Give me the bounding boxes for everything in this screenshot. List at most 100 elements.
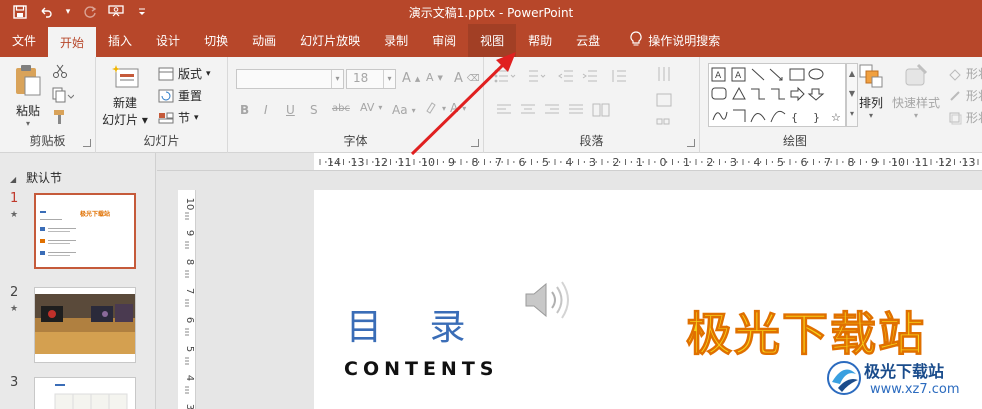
tab-3[interactable]: 设计 [144, 24, 192, 57]
tab-7[interactable]: 录制 [372, 24, 420, 57]
shape-effects-button[interactable]: 形状 [948, 109, 982, 126]
section-button[interactable]: 节 ▾ [158, 109, 199, 126]
tab-11[interactable]: 云盘 [564, 24, 612, 57]
font-color-icon[interactable]: A ▾ [450, 101, 466, 115]
paste-icon [16, 65, 41, 96]
format-painter-icon[interactable] [52, 109, 68, 125]
bold-icon[interactable]: B [240, 103, 249, 117]
grow-font-icon[interactable]: A ▲ [402, 71, 420, 86]
slide-subtitle[interactable]: CONTENTS [344, 358, 498, 380]
clipboard-group-label: 剪贴板 [29, 134, 66, 148]
smartart-icon[interactable] [656, 115, 676, 129]
shape-outline-button[interactable]: 形状 [948, 87, 982, 104]
ruler-h-label: 13 [351, 156, 365, 169]
ruler-h-label: 14 [327, 156, 341, 169]
paste-label: 粘贴 [15, 104, 40, 118]
decrease-indent-icon[interactable] [558, 69, 574, 83]
tab-2[interactable]: 插入 [96, 24, 144, 57]
new-slide-label-1: 新建 [112, 96, 137, 110]
slide-thumbnail-2[interactable] [34, 287, 136, 363]
ribbon-tabs: 文件 开始 插入 设计 切换 动画 幻灯片放映 录制 审阅 视图 帮助 云盘 操作说明搜索 [0, 24, 982, 57]
copy-icon[interactable] [52, 87, 74, 103]
ruler-v-label: 6 [184, 317, 195, 323]
tell-me-search[interactable]: 操作说明搜索 [618, 24, 732, 57]
slide-thumbnail-1[interactable]: 极光下载站 [34, 193, 136, 269]
strikethrough-icon[interactable]: abc [332, 103, 350, 114]
font-launcher[interactable] [471, 139, 479, 147]
ruler-h-label: 11 [398, 156, 412, 169]
numbering-icon[interactable] [524, 69, 546, 83]
font-size-value: 18 [353, 71, 369, 85]
paste-button[interactable]: 粘贴 ▾ [8, 63, 48, 128]
section-header-label: 默认节 [25, 171, 62, 185]
tab-5[interactable]: 动画 [240, 24, 288, 57]
ruler-v-label: 10 [184, 198, 195, 211]
shape-fill-label: 形状 [966, 67, 982, 81]
shape-fill-icon [949, 68, 961, 81]
font-group: ▾ 18 ▾ A ▲ A ▼ A ⌫ B I U S abc AV ▾ Aa ▾ ▾ A ▾ … [228, 57, 484, 153]
line-spacing-icon[interactable] [610, 69, 630, 83]
svg-text:A: A [715, 71, 722, 81]
clipboard-group: 粘贴 ▾ 剪贴板 [0, 57, 96, 153]
quick-styles-button[interactable]: 快速样式 ▾ [890, 63, 942, 120]
ruler-h-label: 11 [915, 156, 929, 169]
ruler-v-label: 4 [184, 375, 195, 381]
section-label: 节 [178, 111, 191, 125]
font-name-combo[interactable]: ▾ [236, 69, 344, 89]
tab-9[interactable]: 视图 [468, 24, 517, 57]
section-header[interactable]: ◢ 默认节 [10, 169, 62, 186]
increase-indent-icon[interactable] [582, 69, 598, 83]
arrange-button[interactable]: 排列 ▾ [856, 63, 886, 120]
shapes-gallery[interactable]: A A { } ☆ [708, 63, 846, 127]
slide-title[interactable]: 目 录 [346, 298, 483, 350]
align-left-icon[interactable] [496, 103, 512, 117]
justify-icon[interactable] [568, 103, 584, 117]
shadow-icon[interactable]: S [310, 103, 318, 117]
paragraph-group-label: 段落 [579, 134, 604, 148]
shape-outline-icon [950, 90, 960, 101]
shape-effects-label: 形状 [966, 111, 982, 125]
audio-speaker-icon[interactable] [522, 278, 572, 325]
text-direction-icon[interactable] [656, 65, 678, 83]
align-text-icon[interactable] [656, 93, 676, 107]
columns-icon[interactable] [592, 103, 612, 117]
new-slide-icon [112, 65, 139, 88]
cut-icon[interactable] [52, 63, 68, 79]
title-bar: ▾ 演示文稿1.pptx - PowerPoint [0, 0, 982, 24]
ribbon: 粘贴 ▾ 剪贴板 新建 幻灯片 ▾ 版式 ▾ 重置 节 ▾ 幻灯片 ▾ 18 ▾… [0, 57, 982, 153]
highlight-icon[interactable]: ▾ [424, 101, 446, 115]
tab-0[interactable]: 文件 [0, 24, 48, 57]
ruler-h-label: 13 [962, 156, 976, 169]
shape-fill-button[interactable]: 形状 [948, 65, 982, 82]
shape-effects-icon [949, 112, 962, 124]
align-right-icon[interactable] [544, 103, 560, 117]
tab-6[interactable]: 幻灯片放映 [288, 24, 372, 57]
clipboard-launcher[interactable] [83, 139, 91, 147]
layout-button[interactable]: 版式 ▾ [158, 65, 211, 82]
bullets-icon[interactable] [494, 69, 516, 83]
tab-8[interactable]: 审阅 [420, 24, 468, 57]
slide-thumbnail-panel: ◢ 默认节 1 ★ 极光下载站 2 ★ 3 [0, 153, 156, 409]
tab-10[interactable]: 帮助 [516, 24, 564, 57]
svg-text:}: } [813, 111, 820, 124]
underline-icon[interactable]: U [286, 103, 295, 117]
thumb1-content [40, 211, 76, 256]
tab-1[interactable]: 开始 [48, 27, 97, 57]
align-center-icon[interactable] [520, 103, 536, 117]
paragraph-launcher[interactable] [687, 139, 695, 147]
svg-text:☆: ☆ [831, 111, 841, 124]
char-spacing-icon[interactable]: AV ▾ [360, 101, 382, 114]
new-slide-button[interactable]: 新建 幻灯片 ▾ [102, 63, 148, 128]
watermark-logo-icon [827, 361, 861, 395]
quick-styles-label: 快速样式 [891, 96, 940, 110]
italic-icon[interactable]: I [264, 103, 268, 117]
clear-formatting-icon[interactable]: A ⌫ [454, 71, 480, 86]
font-size-combo[interactable]: 18 ▾ [346, 69, 396, 89]
tab-4[interactable]: 切换 [192, 24, 240, 57]
slide-thumbnail-3[interactable] [34, 377, 136, 409]
change-case-icon[interactable]: Aa ▾ [392, 103, 416, 117]
collapse-triangle-icon[interactable]: ◢ [10, 175, 16, 184]
reset-button[interactable]: 重置 [158, 87, 202, 104]
ruler-h-label: 10 [891, 156, 905, 169]
shrink-font-icon[interactable]: A ▼ [426, 71, 443, 84]
